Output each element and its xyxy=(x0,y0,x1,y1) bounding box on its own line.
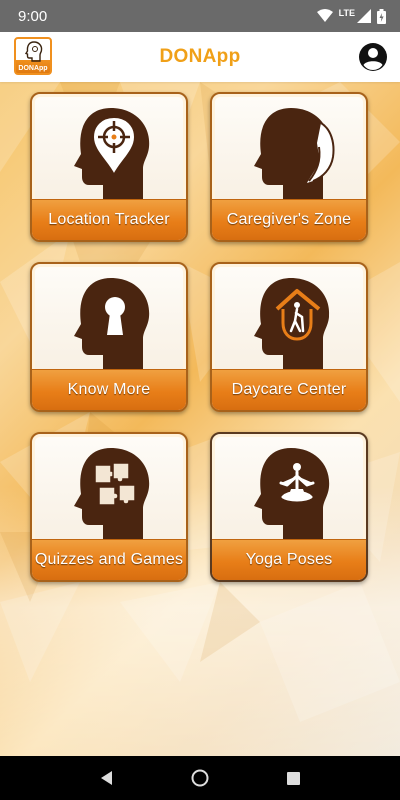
tile-label: Know More xyxy=(32,369,186,410)
tile-know-more[interactable]: Know More xyxy=(30,262,188,412)
head-hand-icon xyxy=(212,100,366,206)
tile-caregivers-zone[interactable]: Caregiver's Zone xyxy=(210,92,368,242)
tile-label: Location Tracker xyxy=(32,199,186,240)
tile-daycare-center[interactable]: Daycare Center xyxy=(210,262,368,412)
status-icons: LTE xyxy=(316,8,386,24)
head-yoga-icon xyxy=(212,440,366,546)
recents-icon[interactable] xyxy=(281,766,305,790)
system-nav-bar xyxy=(0,756,400,800)
tile-location-tracker[interactable]: Location Tracker xyxy=(30,92,188,242)
tile-label: Quizzes and Games xyxy=(32,539,186,580)
app-logo-text: DONApp xyxy=(18,65,48,72)
tile-label: Caregiver's Zone xyxy=(212,199,366,240)
head-keyhole-icon xyxy=(32,270,186,376)
tile-label: Yoga Poses xyxy=(212,539,366,580)
main-content: Location Tracker Caregiver's Zone Know M… xyxy=(0,82,400,756)
network-type: LTE xyxy=(338,8,355,18)
app-bar: DONApp DONApp xyxy=(0,32,400,82)
app-title: DONApp xyxy=(159,46,241,67)
back-icon[interactable] xyxy=(95,766,119,790)
head-puzzle-icon xyxy=(32,440,186,546)
home-icon[interactable] xyxy=(188,766,212,790)
status-bar: 9:00 LTE xyxy=(0,0,400,32)
wifi-icon xyxy=(316,9,333,23)
account-circle-icon[interactable] xyxy=(358,42,388,72)
tile-label: Daycare Center xyxy=(212,369,366,410)
battery-icon xyxy=(377,8,386,24)
tile-quizzes-and-games[interactable]: Quizzes and Games xyxy=(30,432,188,582)
tile-yoga-poses[interactable]: Yoga Poses xyxy=(210,432,368,582)
head-target-icon xyxy=(32,100,186,206)
status-time: 9:00 xyxy=(18,7,48,25)
head-home-walker-icon xyxy=(212,270,366,376)
app-logo: DONApp xyxy=(14,37,52,75)
cell-signal-icon xyxy=(357,9,371,23)
